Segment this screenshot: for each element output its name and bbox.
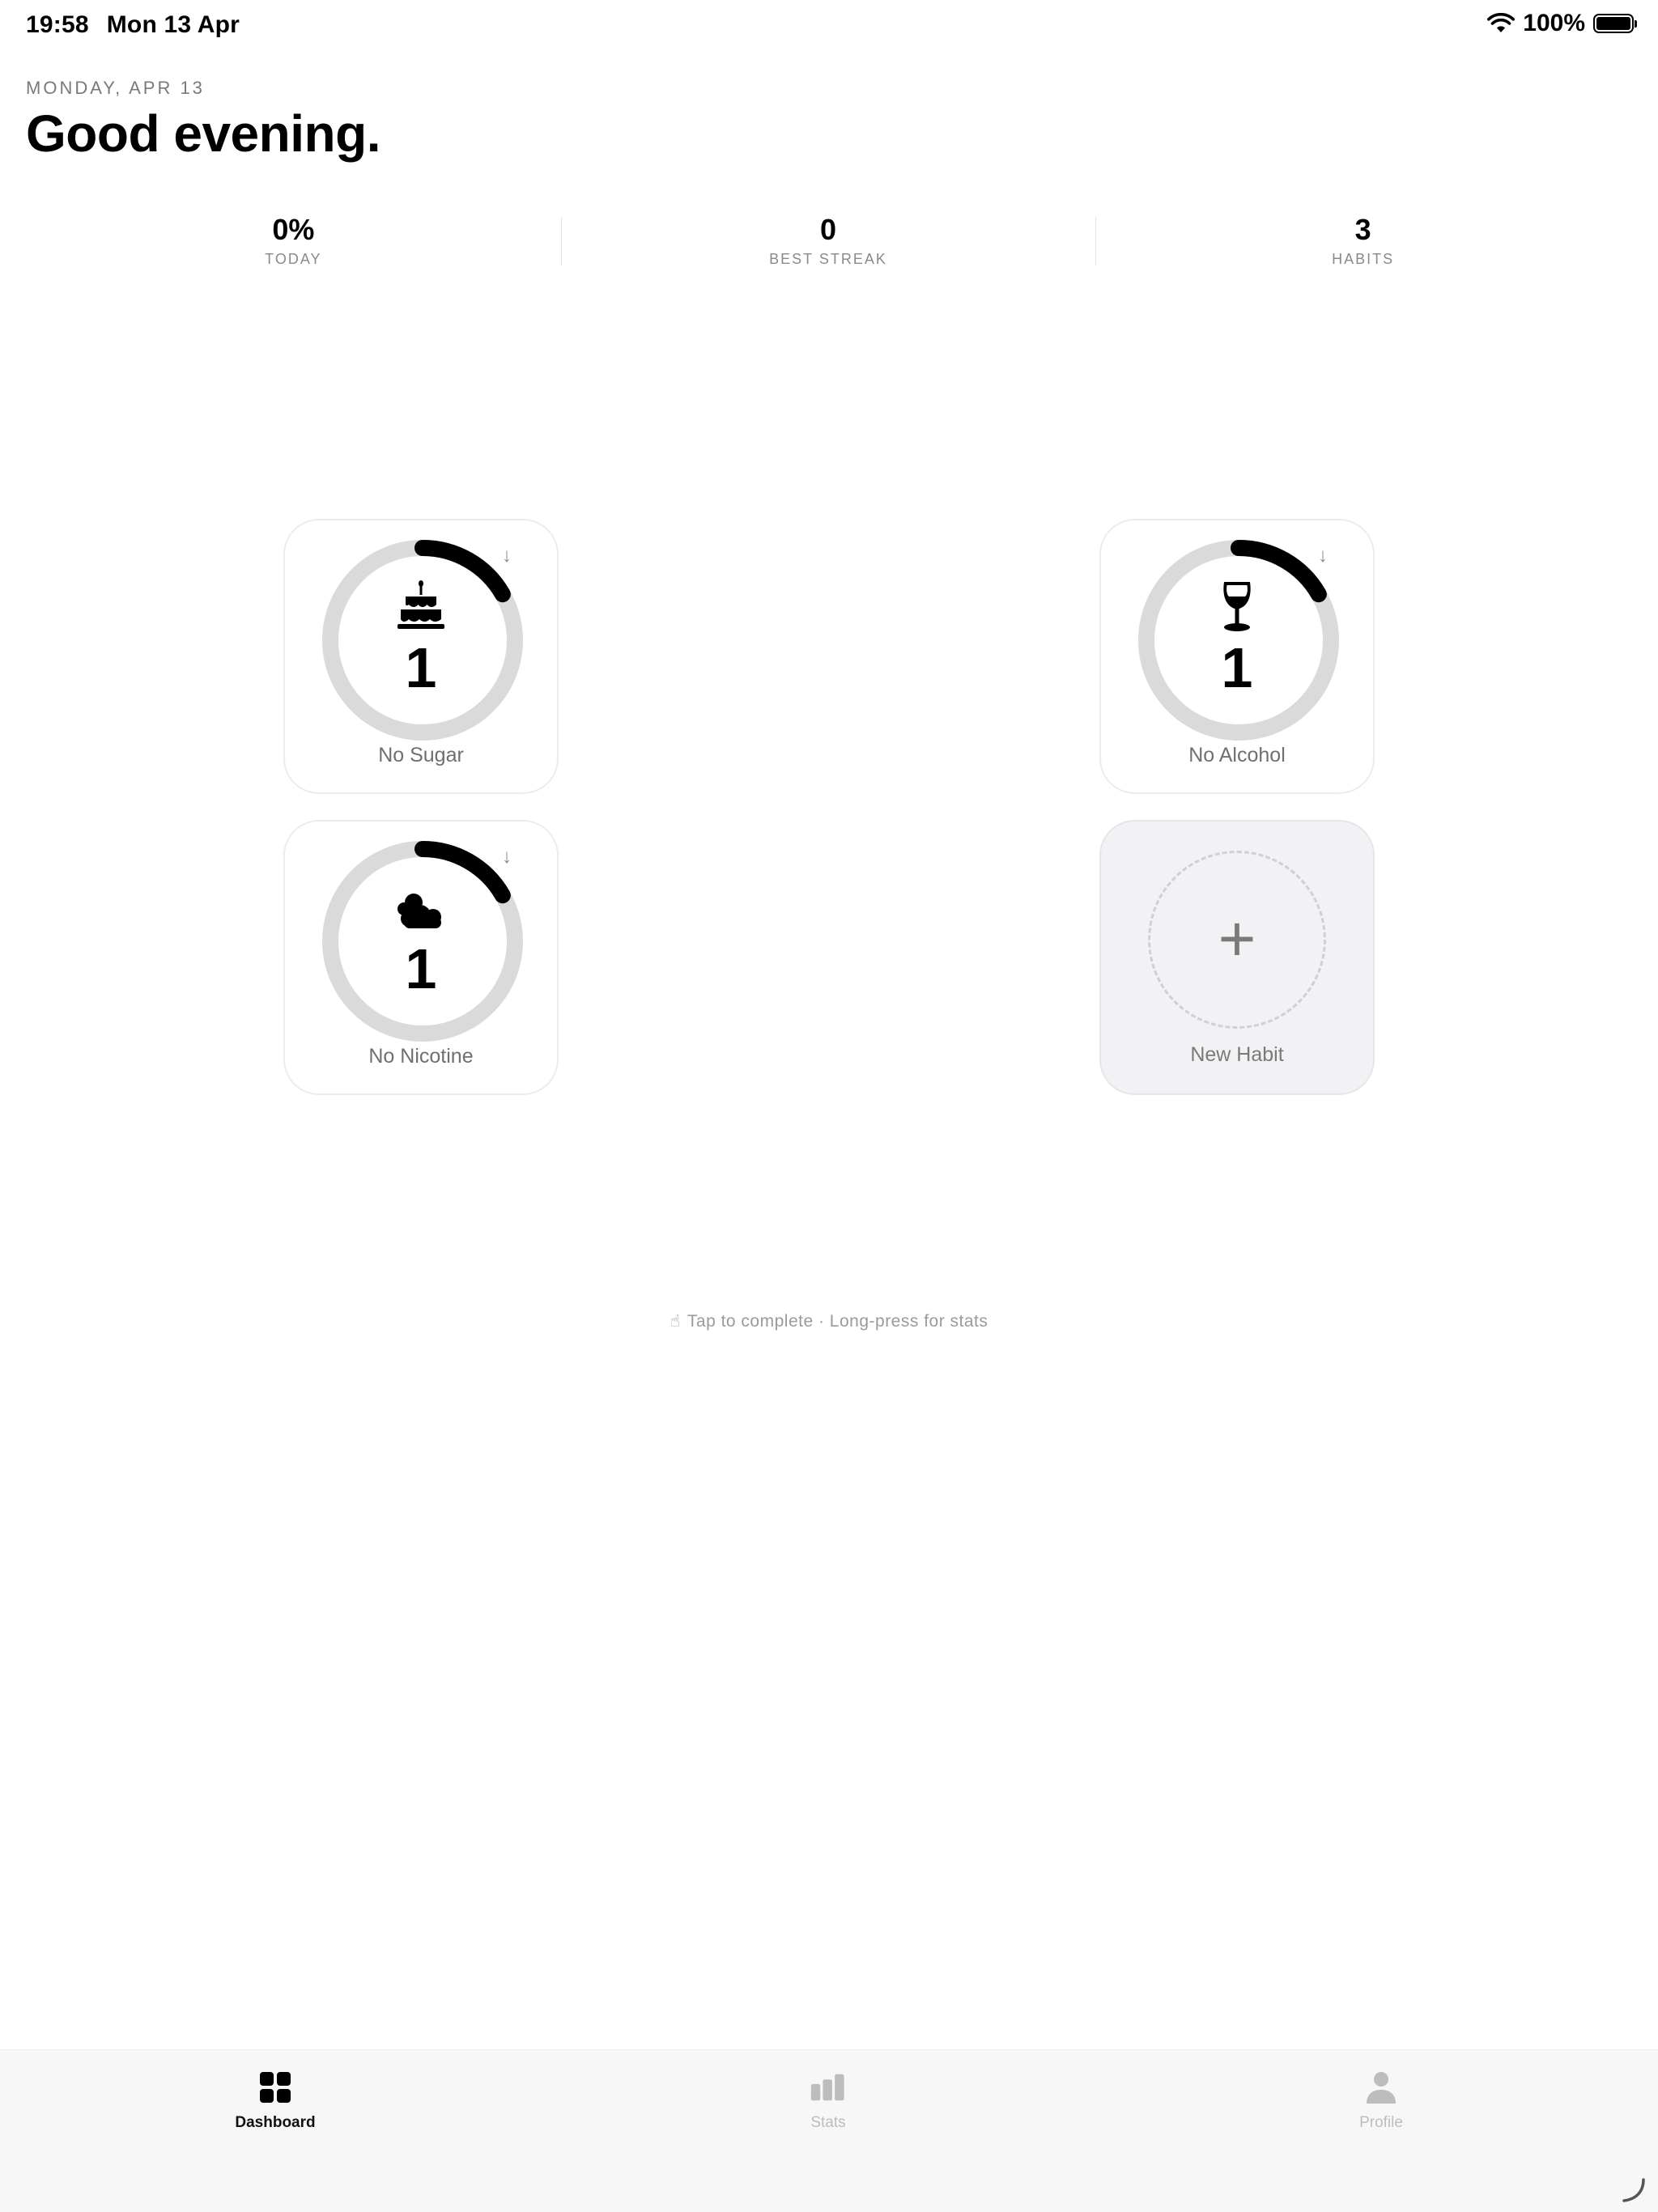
habit-name: No Alcohol (1188, 744, 1286, 766)
habit-name: No Nicotine (368, 1045, 474, 1068)
habit-count: 1 (1221, 636, 1253, 699)
smoke-cloud-icon (397, 894, 441, 928)
new-habit-button[interactable]: + New Habit (1099, 820, 1375, 1095)
tab-label: Stats (810, 2114, 846, 2131)
plus-icon: + (1218, 902, 1256, 974)
habit-count: 1 (405, 636, 437, 699)
habit-count: 1 (405, 937, 437, 1000)
tab-stats[interactable]: Stats (747, 2070, 909, 2132)
new-habit-label: New Habit (1190, 1043, 1284, 1066)
bar-chart-icon (810, 2074, 844, 2101)
stat-label: TODAY (265, 251, 322, 267)
arrow-down-icon: ↓ (502, 846, 512, 868)
status-bar: 19:58 Mon 13 Apr 100% (0, 0, 1658, 52)
battery-icon (1593, 14, 1637, 33)
arrow-down-icon: ↓ (502, 545, 512, 567)
stat-label: BEST STREAK (769, 251, 887, 267)
stat-value: 0 (819, 213, 837, 246)
status-indicators: 100% (1487, 10, 1637, 37)
hint-text: Tap to complete · Long-press for stats (687, 1312, 988, 1331)
status-time-date: 19:58 Mon 13 Apr (26, 11, 240, 39)
home-indicator-icon (1622, 2178, 1645, 2202)
tab-label: Profile (1359, 2114, 1403, 2131)
hand-tap-icon: ☝ (670, 1312, 681, 1331)
stats-summary: 0% TODAY 0 BEST STREAK 3 HABITS (26, 212, 1630, 270)
habit-card-no-alcohol[interactable]: ↓ 1 No Alcohol (1099, 519, 1375, 794)
status-time: 19:58 (26, 11, 89, 38)
habit-card-no-sugar[interactable]: ↓ 1 No Sugar (283, 519, 559, 794)
stat-habits: 3 HABITS (1095, 212, 1630, 270)
stat-today: 0% TODAY (26, 212, 561, 270)
tab-dashboard[interactable]: Dashboard (194, 2070, 356, 2132)
stat-value: 3 (1354, 213, 1371, 246)
usage-hint: ☝ Tap to complete · Long-press for stats (0, 1311, 1658, 1331)
battery-percentage: 100% (1523, 10, 1585, 36)
person-icon (1367, 2072, 1396, 2104)
tab-label: Dashboard (235, 2114, 316, 2131)
tab-bar: Dashboard Stats Profile (0, 2049, 1658, 2212)
grid-icon (260, 2072, 291, 2103)
habit-card-no-nicotine[interactable]: ↓ 1 No Nicotine (283, 820, 559, 1095)
tab-profile[interactable]: Profile (1300, 2070, 1462, 2132)
stat-value: 0% (272, 213, 315, 246)
cake-icon (397, 580, 444, 629)
wine-glass-icon (1223, 582, 1251, 631)
arrow-down-icon: ↓ (1318, 545, 1328, 567)
stat-best-streak: 0 BEST STREAK (560, 212, 1096, 270)
habit-name: No Sugar (378, 744, 464, 766)
date-label: MONDAY, APR 13 (26, 78, 205, 98)
wifi-icon (1487, 13, 1516, 32)
status-date: Mon 13 Apr (106, 11, 240, 38)
stat-label: HABITS (1332, 251, 1395, 267)
page-title: Good evening. (26, 104, 380, 163)
